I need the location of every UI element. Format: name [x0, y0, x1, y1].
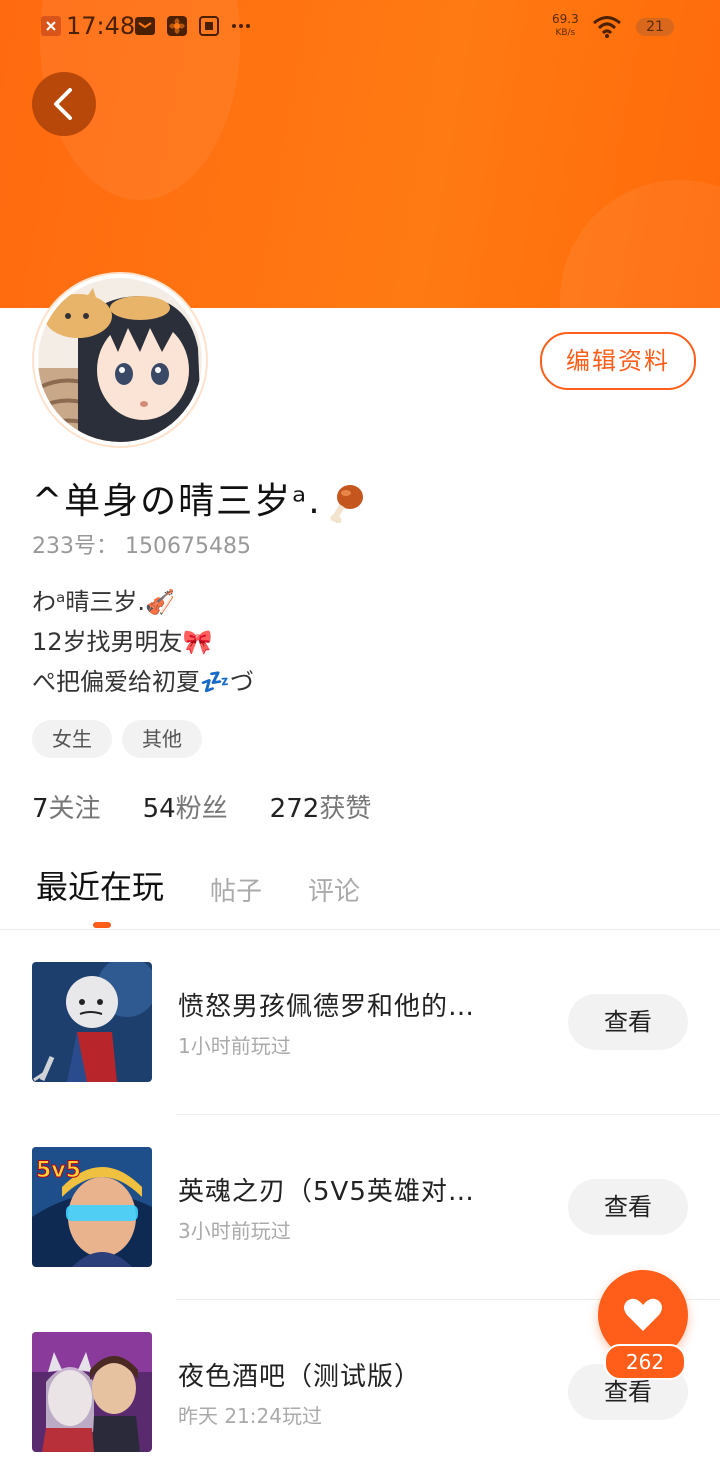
tab-recent-played[interactable]: 最近在玩 — [36, 862, 164, 908]
bio-line: 12岁找男明友🎀 — [32, 628, 213, 656]
profile-stats: 7关注 54粉丝 272获赞 — [32, 788, 371, 825]
fan-icon — [167, 16, 187, 36]
game-title: 英魂之刃（5V5英雄对… — [178, 1177, 475, 1207]
view-button[interactable]: 查看 — [568, 994, 688, 1050]
stat-followers[interactable]: 54粉丝 — [143, 788, 228, 825]
wifi-icon — [593, 16, 621, 38]
game-last-played: 1小时前玩过 — [178, 1034, 291, 1058]
status-time: 17:48 — [66, 12, 136, 40]
row-divider — [176, 1114, 720, 1115]
network-speed: 69.3 KB/s — [552, 12, 579, 38]
bio-line: ぺ把偏爱给初夏💤づ — [32, 668, 254, 696]
status-bar: 17:48 69.3 KB/s 21 — [0, 0, 720, 56]
profile-name: ^单身の晴三岁ᵃ. — [32, 472, 364, 524]
bio-line: わᵃ晴三岁.🎻 — [32, 588, 175, 616]
battery-icon: 21 — [636, 18, 674, 36]
game-list-item[interactable]: 5v5 英魂之刃（5V5英雄对… 3小时前玩过 查看 — [0, 1147, 720, 1267]
avatar-image — [38, 278, 202, 442]
stat-likes[interactable]: 272获赞 — [270, 788, 372, 825]
profile-tags: 女生 其他 — [32, 720, 202, 758]
back-arrow-icon — [54, 88, 72, 120]
stat-following[interactable]: 7关注 — [32, 788, 101, 825]
game-title: 夜色酒吧（测试版） — [178, 1362, 422, 1392]
mail-icon — [135, 17, 155, 35]
game-title: 愤怒男孩佩德罗和他的… — [178, 992, 476, 1022]
heart-icon — [624, 1298, 662, 1331]
tab-indicator — [93, 922, 111, 928]
screen-icon — [199, 16, 219, 36]
profile-name-text: ^单身の晴三岁ᵃ. — [32, 481, 322, 522]
avatar[interactable] — [34, 274, 206, 446]
game-icon-soul-blade: 5v5 — [32, 1147, 152, 1267]
app-icon — [41, 16, 61, 36]
game-list-item[interactable]: 愤怒男孩佩德罗和他的… 1小时前玩过 查看 — [0, 962, 720, 1082]
game-last-played: 昨天 21:24玩过 — [178, 1404, 322, 1428]
game-icon-angry-boy — [32, 962, 152, 1082]
tab-divider — [0, 929, 720, 930]
back-button[interactable] — [32, 72, 96, 136]
tag-other: 其他 — [122, 720, 202, 758]
tag-gender: 女生 — [32, 720, 112, 758]
like-count: 262 — [604, 1344, 686, 1380]
more-icon — [232, 24, 250, 28]
game-icon-night-bar — [32, 1332, 152, 1452]
tab-comments[interactable]: 评论 — [308, 871, 360, 908]
drumstick-icon — [330, 485, 363, 523]
profile-bio: わᵃ晴三岁.🎻 12岁找男明友🎀 ぺ把偏爱给初夏💤づ — [32, 582, 254, 702]
tab-posts[interactable]: 帖子 — [210, 871, 262, 908]
svg-text:5v5: 5v5 — [36, 1158, 81, 1183]
view-button[interactable]: 查看 — [568, 1179, 688, 1235]
user-id: 233号： 150675485 — [32, 534, 251, 559]
edit-profile-button[interactable]: 编辑资料 — [540, 332, 696, 390]
profile-tabs: 最近在玩 帖子 评论 — [36, 858, 406, 908]
game-last-played: 3小时前玩过 — [178, 1219, 291, 1243]
